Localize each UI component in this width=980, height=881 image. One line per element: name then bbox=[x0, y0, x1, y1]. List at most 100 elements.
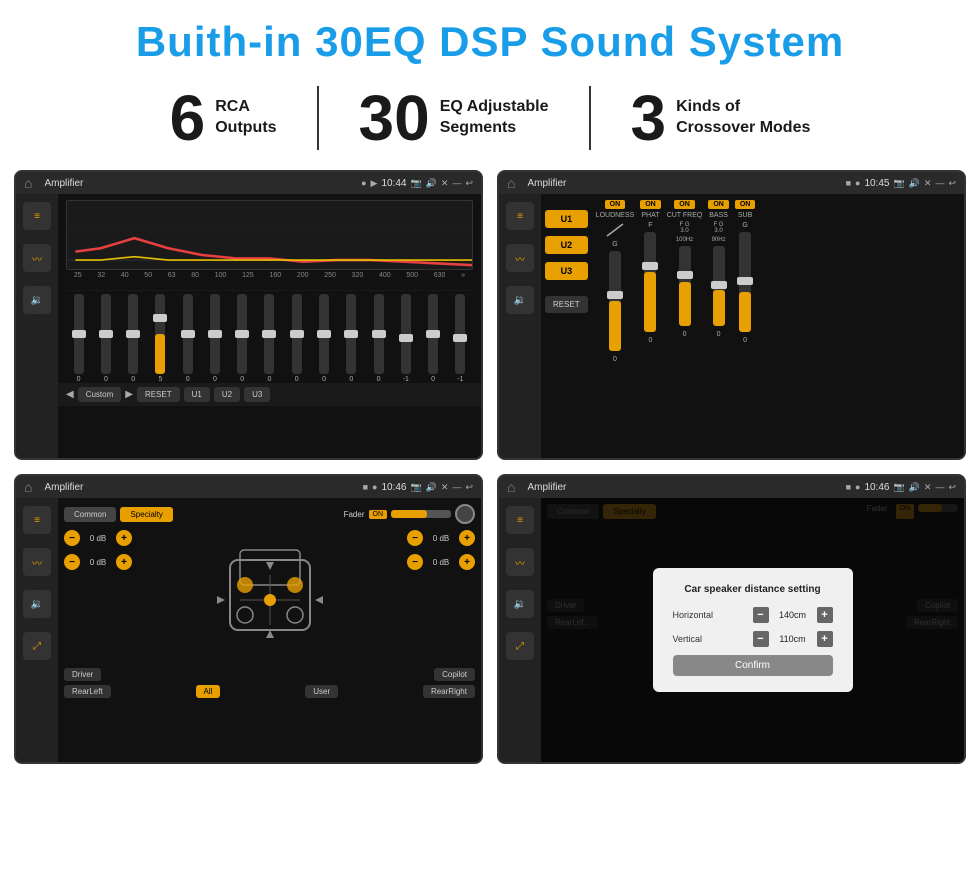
sp-speaker-btn[interactable]: 🔉 bbox=[23, 590, 51, 618]
db-plus-1[interactable]: + bbox=[116, 554, 132, 570]
eq-u1-btn[interactable]: U1 bbox=[184, 387, 210, 402]
cutfreq-thumb[interactable] bbox=[677, 271, 693, 279]
eq-track-8[interactable] bbox=[292, 294, 302, 374]
db-minus-1[interactable]: − bbox=[64, 554, 80, 570]
dl-wave-btn[interactable]: 〰 bbox=[506, 548, 534, 576]
home-icon-2[interactable]: ⌂ bbox=[507, 175, 515, 191]
preset-u1[interactable]: U1 bbox=[545, 210, 588, 228]
eq-prev-btn[interactable]: ◀ bbox=[66, 389, 74, 400]
eq-thumb-5[interactable] bbox=[208, 330, 222, 338]
min-icon-4[interactable]: — bbox=[935, 482, 944, 492]
eq-next-btn[interactable]: ▶ bbox=[125, 389, 133, 400]
eq-track-7[interactable] bbox=[264, 294, 274, 374]
minimize-icon-2[interactable]: — bbox=[935, 178, 944, 188]
eq-thumb-1[interactable] bbox=[99, 330, 113, 338]
eq-track-1[interactable] bbox=[101, 294, 111, 374]
preset-u2[interactable]: U2 bbox=[545, 236, 588, 254]
db-minus-0[interactable]: − bbox=[64, 530, 80, 546]
eq-track-13[interactable] bbox=[428, 294, 438, 374]
horizontal-plus[interactable]: + bbox=[817, 607, 833, 623]
eq-u3-btn[interactable]: U3 bbox=[244, 387, 270, 402]
vertical-plus[interactable]: + bbox=[817, 631, 833, 647]
eq-thumb-14[interactable] bbox=[453, 334, 467, 342]
eq-speaker-btn[interactable]: 🔉 bbox=[23, 286, 51, 314]
close-icon-3[interactable]: ✕ bbox=[441, 482, 449, 493]
eq-thumb-3[interactable] bbox=[153, 314, 167, 322]
cr-wave-btn[interactable]: 〰 bbox=[506, 244, 534, 272]
back-icon-3[interactable]: ↩ bbox=[465, 482, 473, 493]
preset-u3[interactable]: U3 bbox=[545, 262, 588, 280]
close-icon[interactable]: ✕ bbox=[441, 178, 449, 189]
eq-track-0[interactable] bbox=[74, 294, 84, 374]
eq-track-6[interactable] bbox=[237, 294, 247, 374]
eq-tune-btn[interactable]: ≡ bbox=[23, 202, 51, 230]
back-icon[interactable]: ↩ bbox=[465, 178, 473, 189]
eq-track-3[interactable] bbox=[155, 294, 165, 374]
sp-expand-btn[interactable]: ⤢ bbox=[23, 632, 51, 660]
eq-track-4[interactable] bbox=[183, 294, 193, 374]
loudness-on[interactable]: ON bbox=[605, 200, 626, 209]
db-plus-3[interactable]: + bbox=[459, 554, 475, 570]
bass-thumb[interactable] bbox=[711, 281, 727, 289]
min-icon-3[interactable]: — bbox=[452, 482, 461, 492]
fader-on[interactable]: ON bbox=[369, 510, 388, 519]
db-minus-3[interactable]: − bbox=[407, 554, 423, 570]
eq-thumb-2[interactable] bbox=[126, 330, 140, 338]
loudness-thumb[interactable] bbox=[607, 291, 623, 299]
eq-track-9[interactable] bbox=[319, 294, 329, 374]
eq-thumb-13[interactable] bbox=[426, 330, 440, 338]
cr-tune-btn[interactable]: ≡ bbox=[506, 202, 534, 230]
sub-thumb[interactable] bbox=[737, 277, 753, 285]
eq-track-14[interactable] bbox=[455, 294, 465, 374]
eq-wave-btn[interactable]: 〰 bbox=[23, 244, 51, 272]
tab-common[interactable]: Common bbox=[64, 507, 116, 522]
eq-thumb-8[interactable] bbox=[290, 330, 304, 338]
btn-all[interactable]: All bbox=[196, 685, 221, 698]
home-icon-3[interactable]: ⌂ bbox=[24, 479, 32, 495]
bass-on[interactable]: ON bbox=[708, 200, 729, 209]
db-plus-0[interactable]: + bbox=[116, 530, 132, 546]
home-icon-4[interactable]: ⌂ bbox=[507, 479, 515, 495]
eq-track-11[interactable] bbox=[374, 294, 384, 374]
sub-on[interactable]: ON bbox=[735, 200, 756, 209]
back-icon-2[interactable]: ↩ bbox=[948, 178, 956, 189]
crossover-reset[interactable]: RESET bbox=[545, 296, 588, 313]
phat-thumb[interactable] bbox=[642, 262, 658, 270]
eq-track-10[interactable] bbox=[346, 294, 356, 374]
close-icon-4[interactable]: ✕ bbox=[924, 482, 932, 493]
sp-tune-btn[interactable]: ≡ bbox=[23, 506, 51, 534]
home-icon[interactable]: ⌂ bbox=[24, 175, 32, 191]
confirm-button[interactable]: Confirm bbox=[673, 655, 833, 676]
phat-fader[interactable] bbox=[644, 232, 656, 332]
eq-thumb-10[interactable] bbox=[344, 330, 358, 338]
btn-driver[interactable]: Driver bbox=[64, 668, 101, 681]
db-minus-2[interactable]: − bbox=[407, 530, 423, 546]
eq-thumb-6[interactable] bbox=[235, 330, 249, 338]
fader-knob[interactable] bbox=[455, 504, 475, 524]
close-icon-2[interactable]: ✕ bbox=[924, 178, 932, 189]
dl-expand-btn[interactable]: ⤢ bbox=[506, 632, 534, 660]
back-icon-4[interactable]: ↩ bbox=[948, 482, 956, 493]
eq-thumb-9[interactable] bbox=[317, 330, 331, 338]
phat-on[interactable]: ON bbox=[640, 200, 661, 209]
sp-wave-btn[interactable]: 〰 bbox=[23, 548, 51, 576]
btn-copilot[interactable]: Copilot bbox=[434, 668, 475, 681]
sub-fader[interactable] bbox=[739, 232, 751, 332]
eq-track-5[interactable] bbox=[210, 294, 220, 374]
eq-track-12[interactable] bbox=[401, 294, 411, 374]
minimize-icon[interactable]: — bbox=[452, 178, 461, 188]
eq-thumb-0[interactable] bbox=[72, 330, 86, 338]
db-plus-2[interactable]: + bbox=[459, 530, 475, 546]
btn-rearright[interactable]: RearRight bbox=[423, 685, 475, 698]
bass-fader[interactable] bbox=[713, 246, 725, 326]
eq-u2-btn[interactable]: U2 bbox=[214, 387, 240, 402]
cr-speaker-btn[interactable]: 🔉 bbox=[506, 286, 534, 314]
cutfreq-on[interactable]: ON bbox=[674, 200, 695, 209]
eq-track-2[interactable] bbox=[128, 294, 138, 374]
horizontal-minus[interactable]: − bbox=[753, 607, 769, 623]
btn-user[interactable]: User bbox=[305, 685, 338, 698]
tab-specialty[interactable]: Specialty bbox=[120, 507, 172, 522]
eq-custom-btn[interactable]: Custom bbox=[78, 387, 122, 402]
cutfreq-fader[interactable] bbox=[679, 246, 691, 326]
dl-tune-btn[interactable]: ≡ bbox=[506, 506, 534, 534]
